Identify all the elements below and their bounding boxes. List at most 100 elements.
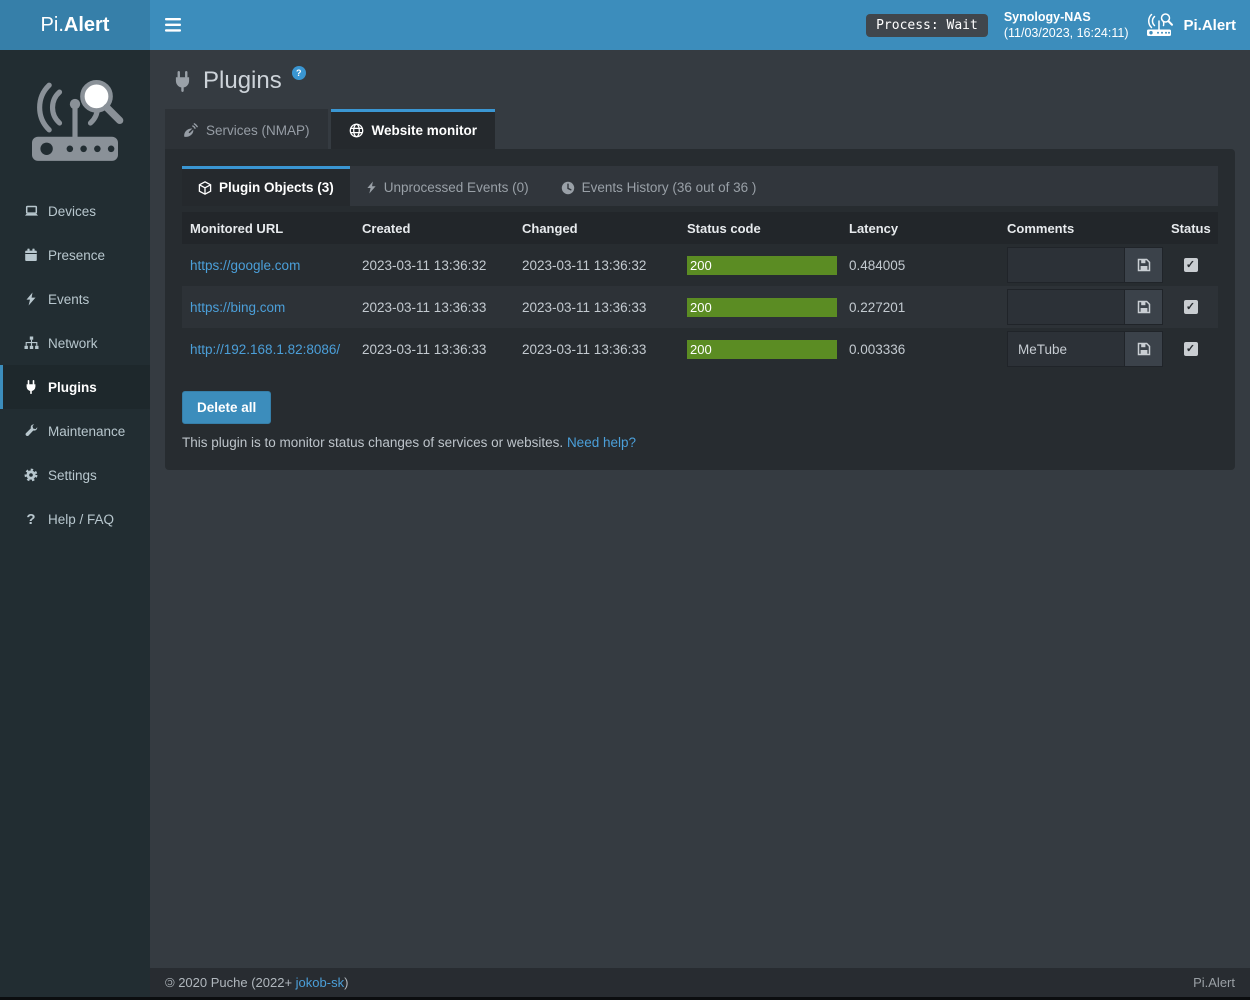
pialert-app: Pi.Alert Process: Wait Synology-NAS (11/… [0,0,1250,1000]
status-checkbox[interactable]: ✓ [1184,258,1198,272]
sidebar-item-label: Settings [48,468,97,483]
changed-cell: 2023-03-11 13:36:33 [514,286,679,328]
floppy-save-icon [1137,342,1151,356]
delete-all-button[interactable]: Delete all [182,391,271,424]
created-cell: 2023-03-11 13:36:33 [354,286,514,328]
gear-icon [23,468,39,482]
floppy-save-icon [1137,258,1151,272]
sidebar-item-presence[interactable]: Presence [0,233,150,277]
question-icon: ? [23,511,39,528]
sidebar-item-label: Devices [48,204,96,219]
sidebar-menu: Devices Presence Events Network [0,189,150,541]
wrench-icon [23,424,39,438]
tab-services-nmap[interactable]: Services (NMAP) [165,109,328,149]
need-help-link[interactable]: Need help? [567,435,636,450]
created-cell: 2023-03-11 13:36:32 [354,244,514,286]
table-row: https://google.com 2023-03-11 13:36:32 2… [182,244,1218,286]
created-cell: 2023-03-11 13:36:33 [354,328,514,370]
calendar-icon [23,248,39,262]
status-code-bar: 200 [687,298,837,317]
bolt-icon [23,292,39,306]
comment-input[interactable] [1007,247,1125,283]
sidebar-item-settings[interactable]: Settings [0,453,150,497]
page-title: Plugins ? [172,64,1235,98]
sidebar-item-events[interactable]: Events [0,277,150,321]
col-status: Status [1163,212,1218,244]
copyleft-icon: © [165,975,175,990]
top-header: Pi.Alert Process: Wait Synology-NAS (11/… [0,0,1250,50]
footer-credits-text: 2020 Puche (2022+ [175,975,296,990]
tab-plugin-objects[interactable]: Plugin Objects (3) [182,166,350,206]
content-wrapper: Plugins ? Services (NMAP) Website monito… [150,50,1250,968]
outer-tabs: Services (NMAP) Website monitor [165,109,1235,149]
sidebar-item-label: Presence [48,248,105,263]
save-comment-button[interactable] [1125,247,1163,283]
sidebar-toggle-button[interactable] [150,0,195,50]
col-monitored-url: Monitored URL [182,212,354,244]
latency-cell: 0.227201 [841,286,999,328]
tab-events-history[interactable]: Events History (36 out of 36 ) [545,166,773,206]
tab-label: Plugin Objects (3) [219,180,334,195]
sidebar-item-help[interactable]: ? Help / FAQ [0,497,150,541]
footer-credits-close: ) [344,975,348,990]
comment-input[interactable] [1007,289,1125,325]
host-name: Synology-NAS [1004,9,1129,25]
changed-cell: 2023-03-11 13:36:33 [514,328,679,370]
navbar-app-name: Pi.Alert [1183,17,1236,34]
hamburger-icon [165,18,181,32]
laptop-icon [23,204,39,218]
navbar-app-title[interactable]: Pi.Alert [1144,13,1236,38]
comment-input[interactable] [1007,331,1125,367]
tab-label: Website monitor [372,123,478,138]
brand-logo[interactable]: Pi.Alert [0,0,150,50]
save-comment-button[interactable] [1125,331,1163,367]
latency-cell: 0.484005 [841,244,999,286]
sidebar: Devices Presence Events Network [0,50,150,997]
col-created: Created [354,212,514,244]
status-checkbox[interactable]: ✓ [1184,342,1198,356]
brand-bold: Alert [64,14,110,37]
footer-credits: © 2020 Puche (2022+ jokob-sk) [165,975,348,990]
inner-tabs: Plugin Objects (3) Unprocessed Events (0… [182,166,1218,206]
monitored-url-link[interactable]: https://bing.com [190,300,285,315]
satellite-dish-icon [183,123,198,138]
monitored-url-link[interactable]: http://192.168.1.82:8086/ [190,342,340,357]
comment-group [1007,247,1163,283]
sidebar-item-label: Network [48,336,98,351]
save-comment-button[interactable] [1125,289,1163,325]
bolt-icon [366,181,377,194]
monitored-url-link[interactable]: https://google.com [190,258,300,273]
jokob-sk-link[interactable]: jokob-sk [296,975,344,990]
tab-unprocessed-events[interactable]: Unprocessed Events (0) [350,166,545,206]
help-badge[interactable]: ? [292,66,306,80]
router-scan-logo-icon [23,80,127,166]
host-timestamp: (11/03/2023, 16:24:11) [1004,25,1129,41]
tab-label: Unprocessed Events (0) [384,180,529,195]
status-code-bar: 200 [687,340,837,359]
col-comments: Comments [999,212,1163,244]
sidebar-item-plugins[interactable]: Plugins [0,365,150,409]
table-row: https://bing.com 2023-03-11 13:36:33 202… [182,286,1218,328]
tab-label: Services (NMAP) [206,123,310,138]
clock-icon [561,181,575,195]
navbar: Process: Wait Synology-NAS (11/03/2023, … [150,0,1250,50]
footer: © 2020 Puche (2022+ jokob-sk) Pi.Alert [150,968,1250,997]
tab-website-monitor[interactable]: Website monitor [331,109,496,149]
comment-group [1007,289,1163,325]
table-row: http://192.168.1.82:8086/ 2023-03-11 13:… [182,328,1218,370]
sidebar-item-network[interactable]: Network [0,321,150,365]
sidebar-logo [0,50,150,185]
tab-label: Events History (36 out of 36 ) [582,180,757,195]
sidebar-item-maintenance[interactable]: Maintenance [0,409,150,453]
host-info: Synology-NAS (11/03/2023, 16:24:11) [1004,9,1129,41]
status-checkbox[interactable]: ✓ [1184,300,1198,314]
helper-text: This plugin is to monitor status changes… [182,435,563,450]
process-status-badge: Process: Wait [866,14,988,37]
cube-icon [198,181,212,195]
sidebar-item-label: Plugins [48,380,97,395]
comment-group [1007,331,1163,367]
sitemap-icon [23,336,39,350]
col-status-code: Status code [679,212,841,244]
plug-icon [172,71,193,92]
sidebar-item-devices[interactable]: Devices [0,189,150,233]
